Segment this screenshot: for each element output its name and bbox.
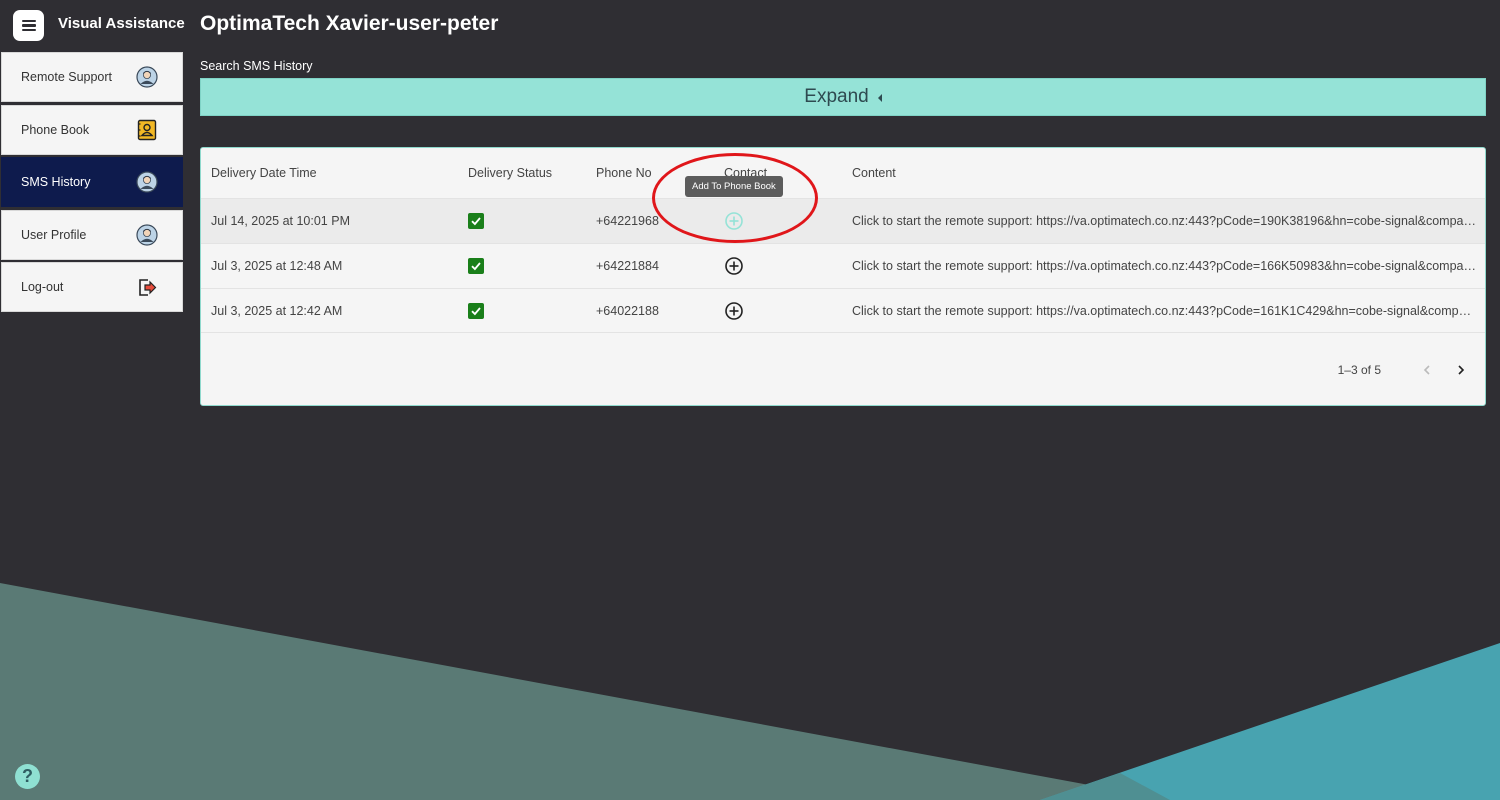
sidebar-item-log-out[interactable]: Log-out: [1, 262, 183, 313]
checkbox-checked-icon: [468, 258, 484, 274]
cell-content: Click to start the remote support: https…: [852, 244, 1477, 288]
menu-button[interactable]: [13, 10, 44, 41]
logout-icon: [135, 275, 159, 299]
table-row[interactable]: Jul 14, 2025 at 10:01 PM +64221968 Click…: [201, 198, 1485, 243]
expand-label: Expand: [804, 86, 869, 107]
app-name: Visual Assistance: [58, 15, 185, 32]
sidebar-item-phone-book[interactable]: Phone Book: [1, 104, 183, 155]
expand-button[interactable]: Expand: [200, 78, 1486, 116]
cell-status: [468, 289, 484, 332]
cell-content: Click to start the remote support: https…: [852, 289, 1477, 332]
add-contact-icon[interactable]: [724, 256, 744, 276]
table-row[interactable]: Jul 3, 2025 at 12:42 AM +64022188 Click …: [201, 288, 1485, 333]
table-header: Delivery Date Time Delivery Status Phone…: [201, 148, 1485, 198]
cell-phone: +64221968: [596, 214, 659, 228]
hamburger-icon: [21, 20, 36, 31]
chevron-right-icon[interactable]: [1451, 360, 1471, 380]
cell-date: Jul 3, 2025 at 12:42 AM: [211, 303, 343, 318]
table-row[interactable]: Jul 3, 2025 at 12:48 AM +64221884 Click …: [201, 243, 1485, 288]
help-button[interactable]: ?: [15, 764, 40, 789]
caret-left-icon: [877, 93, 882, 102]
page-title: OptimaTech Xavier-user-peter: [200, 12, 499, 35]
cell-status: [468, 244, 484, 288]
cell-contact: [724, 244, 744, 288]
checkbox-checked-icon: [468, 302, 484, 319]
search-label: Search SMS History: [200, 59, 313, 73]
address-book-icon: [135, 118, 159, 142]
content-text: Click to start the remote support: https…: [852, 303, 1477, 318]
add-to-phone-book-tooltip: Add To Phone Book: [685, 176, 783, 197]
sidebar-item-remote-support[interactable]: Remote Support: [1, 52, 183, 102]
sidebar-item-label: Remote Support: [21, 70, 113, 84]
user-avatar-icon: [135, 170, 159, 194]
chevron-left-icon[interactable]: [1417, 360, 1437, 380]
cell-contact: [724, 199, 744, 243]
cell-content: Click to start the remote support: https…: [852, 199, 1477, 243]
checkbox-checked-icon: [468, 213, 484, 229]
content-text: Click to start the remote support: https…: [852, 259, 1477, 273]
cell-phone: +64022188: [596, 303, 659, 318]
cell-contact: [724, 289, 744, 332]
add-contact-icon[interactable]: [724, 211, 744, 231]
header-delivery-status[interactable]: Delivery Status: [468, 148, 552, 198]
sms-history-table: Delivery Date Time Delivery Status Phone…: [200, 147, 1486, 406]
pagination: 1–3 of 5: [1338, 360, 1471, 380]
sidebar-item-label: User Profile: [21, 227, 87, 242]
sidebar-item-label: Phone Book: [21, 122, 90, 137]
sidebar-item-label: SMS History: [21, 175, 91, 190]
sidebar-item-sms-history[interactable]: SMS History: [1, 157, 183, 208]
cell-date: Jul 3, 2025 at 12:48 AM: [211, 259, 343, 273]
sidebar-item-label: Log-out: [21, 280, 64, 295]
cell-phone: +64221884: [596, 259, 659, 273]
sidebar-item-user-profile[interactable]: User Profile: [1, 209, 183, 260]
help-icon: ?: [22, 766, 33, 786]
header-delivery-date-time[interactable]: Delivery Date Time: [211, 148, 317, 198]
cell-date: Jul 14, 2025 at 10:01 PM: [211, 214, 350, 228]
header-phone-no[interactable]: Phone No: [596, 148, 652, 198]
content-text: Click to start the remote support: https…: [852, 214, 1477, 228]
user-avatar-icon: [135, 223, 159, 247]
add-contact-icon[interactable]: [724, 301, 744, 321]
user-avatar-icon: [135, 65, 159, 89]
header-content[interactable]: Content: [852, 148, 1477, 198]
pagination-range: 1–3 of 5: [1337, 363, 1381, 377]
sidebar: Remote Support Phone Book SMS History Us…: [1, 52, 183, 315]
cell-status: [468, 199, 484, 243]
